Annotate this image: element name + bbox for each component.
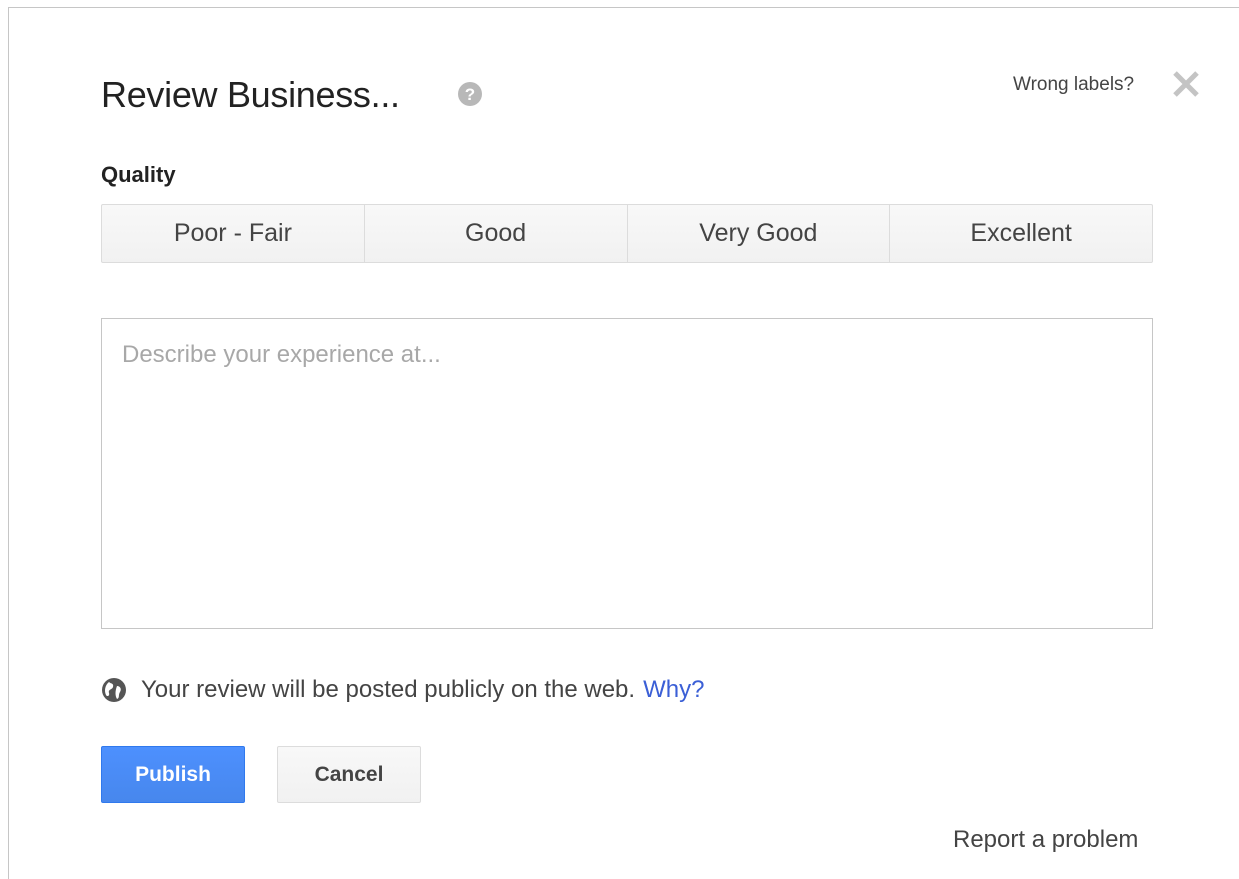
public-note-text: Your review will be posted publicly on t…	[141, 676, 636, 703]
rating-option-very-good[interactable]: Very Good	[628, 205, 891, 262]
wrong-labels-link[interactable]: Wrong labels?	[1013, 74, 1134, 96]
publish-button[interactable]: Publish	[101, 746, 245, 803]
review-textarea-container	[101, 318, 1153, 629]
globe-icon	[102, 678, 126, 702]
cancel-button[interactable]: Cancel	[277, 746, 421, 803]
review-dialog: Review Business... ? Wrong labels? Quali…	[8, 7, 1239, 879]
why-link[interactable]: Why?	[643, 676, 704, 704]
report-problem-link[interactable]: Report a problem	[953, 826, 1138, 854]
rating-option-poor-fair[interactable]: Poor - Fair	[102, 205, 365, 262]
quality-label: Quality	[101, 162, 176, 187]
dialog-title: Review Business...	[101, 74, 400, 115]
public-note: Your review will be posted publicly on t…	[101, 676, 704, 704]
question-circle-icon[interactable]: ?	[455, 79, 485, 109]
rating-option-good[interactable]: Good	[365, 205, 628, 262]
review-textarea[interactable]	[102, 319, 1152, 628]
quality-rating-bar: Poor - Fair Good Very Good Excellent	[101, 204, 1153, 263]
close-icon[interactable]	[1171, 69, 1201, 99]
rating-option-excellent[interactable]: Excellent	[890, 205, 1152, 262]
svg-text:?: ?	[465, 85, 475, 104]
